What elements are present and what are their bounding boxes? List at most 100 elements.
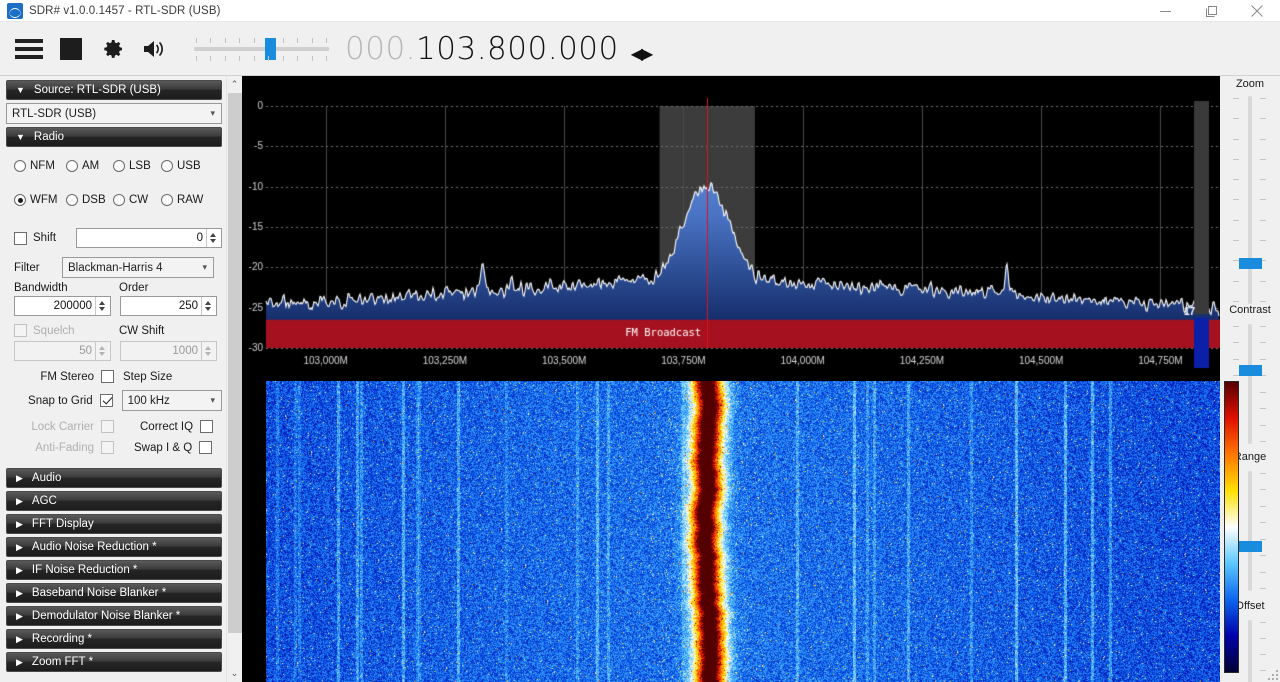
minimize-button[interactable] xyxy=(1142,0,1188,22)
anti-fading-checkbox[interactable] xyxy=(101,441,114,454)
mode-radio-am[interactable]: AM xyxy=(66,160,113,172)
mode-radio-cw[interactable]: CW xyxy=(113,194,161,206)
radio-circle-icon xyxy=(66,194,78,206)
group-header-audio[interactable]: ▶ Audio xyxy=(6,468,222,488)
mode-radio-lsb[interactable]: LSB xyxy=(113,160,161,172)
order-stepper[interactable]: 250 xyxy=(120,296,217,316)
mode-radio-raw[interactable]: RAW xyxy=(161,194,203,206)
squelch-checkbox[interactable] xyxy=(14,324,27,337)
stepper-arrows-icon[interactable] xyxy=(201,342,214,360)
resize-grip[interactable] xyxy=(1268,670,1278,680)
radio-circle-icon xyxy=(161,160,173,172)
zoom-slider-thumb[interactable] xyxy=(1239,258,1262,269)
mode-radio-dsb[interactable]: DSB xyxy=(66,194,113,206)
chevron-down-icon: ▼ xyxy=(16,84,25,95)
fm-stereo-checkbox[interactable] xyxy=(101,370,114,383)
slider-ticks-right xyxy=(1260,622,1266,682)
group-header-if-noise-reduction[interactable]: ▶ IF Noise Reduction * xyxy=(6,560,222,580)
left-panel-scrollbar[interactable]: ⌃ ⌄ xyxy=(226,76,243,682)
chevron-right-icon: ▶ xyxy=(16,564,23,575)
stepper-arrows-icon[interactable] xyxy=(201,297,214,315)
group-title: Baseband Noise Blanker * xyxy=(31,587,167,599)
group-header-fft-display[interactable]: ▶ FFT Display xyxy=(6,514,222,534)
chevron-right-icon: ▶ xyxy=(16,610,23,621)
mode-radio-nfm[interactable]: NFM xyxy=(14,160,66,172)
mode-label: USB xyxy=(177,160,201,172)
chevron-right-icon: ▶ xyxy=(16,495,23,506)
waterfall-display[interactable] xyxy=(266,381,1220,682)
group-title: Audio xyxy=(31,472,62,484)
window-title: SDR# v1.0.0.1457 - RTL-SDR (USB) xyxy=(29,4,221,17)
frequency-leading-zeros: 000. xyxy=(345,30,417,67)
range-slider-track[interactable] xyxy=(1248,471,1252,591)
scroll-down-button[interactable]: ⌄ xyxy=(227,665,243,682)
volume-slider-track[interactable] xyxy=(194,46,329,51)
scrollbar-track[interactable] xyxy=(226,93,243,665)
frequency-digits[interactable]: 103.800.000 xyxy=(416,31,619,67)
filter-select[interactable]: Blackman-Harris 4 ▾ xyxy=(62,257,214,278)
group-header-radio[interactable]: ▼ Radio xyxy=(6,127,222,147)
stepper-arrows-icon[interactable] xyxy=(95,297,108,315)
radio-circle-icon xyxy=(113,160,125,172)
bandwidth-order-labels: Bandwidth Order xyxy=(6,282,222,294)
cw-shift-value: 1000 xyxy=(172,345,198,357)
contrast-slider-thumb[interactable] xyxy=(1239,365,1262,376)
shift-stepper[interactable]: 0 xyxy=(76,228,222,248)
correct-iq-checkbox[interactable] xyxy=(200,420,214,433)
stepper-arrows-icon[interactable] xyxy=(206,229,219,247)
volume-slider[interactable] xyxy=(194,32,329,66)
stop-square-icon[interactable] xyxy=(54,32,88,66)
rf-spectrum-chart[interactable] xyxy=(242,76,1220,381)
radio-circle-icon xyxy=(66,160,78,172)
mode-label: LSB xyxy=(129,160,151,172)
frequency-display[interactable]: 000. 103.800.000 ◀▶ xyxy=(345,30,654,67)
scrollbar-thumb[interactable] xyxy=(227,93,242,633)
snap-to-grid-checkbox[interactable] xyxy=(99,394,113,407)
mode-radio-usb[interactable]: USB xyxy=(161,160,201,172)
slider-ticks-left xyxy=(1233,98,1239,302)
group-header-agc[interactable]: ▶ AGC xyxy=(6,491,222,511)
group-header-source[interactable]: ▼ Source: RTL-SDR (USB) xyxy=(6,80,222,100)
slider-ticks-right xyxy=(1260,326,1266,442)
maximize-button[interactable] xyxy=(1188,0,1234,22)
group-header-audio-noise-reduction[interactable]: ▶ Audio Noise Reduction * xyxy=(6,537,222,557)
step-size-select[interactable]: 100 kHz ▾ xyxy=(121,390,222,411)
gear-icon[interactable] xyxy=(96,32,130,66)
group-header-baseband-noise-blanker[interactable]: ▶ Baseband Noise Blanker * xyxy=(6,583,222,603)
swap-iq-checkbox[interactable] xyxy=(199,441,213,454)
mode-label: NFM xyxy=(30,160,55,172)
mode-radio-row-1: NFM AM LSB USB xyxy=(6,160,222,172)
shift-checkbox[interactable] xyxy=(14,231,27,245)
group-header-zoom-fft[interactable]: ▶ Zoom FFT * xyxy=(6,652,222,672)
hamburger-menu-icon[interactable] xyxy=(12,32,46,66)
group-header-demodulator-noise-blanker[interactable]: ▶ Demodulator Noise Blanker * xyxy=(6,606,222,626)
main-toolbar: 000. 103.800.000 ◀▶ xyxy=(0,22,1280,76)
contrast-slider-track[interactable] xyxy=(1248,324,1252,444)
zoom-slider[interactable] xyxy=(1227,96,1273,304)
group-title-source: Source: RTL-SDR (USB) xyxy=(33,84,161,96)
chevron-right-icon: ▶ xyxy=(16,541,23,552)
lock-carrier-checkbox[interactable] xyxy=(101,420,114,433)
bandwidth-stepper[interactable]: 200000 xyxy=(14,296,111,316)
cw-shift-label: CW Shift xyxy=(119,324,165,337)
offset-slider-track[interactable] xyxy=(1248,620,1252,682)
right-control-panel: Zoom Contrast Range Offset xyxy=(1220,76,1280,682)
speaker-volume-icon[interactable] xyxy=(138,32,172,66)
mode-radio-wfm[interactable]: WFM xyxy=(14,194,66,206)
scroll-up-button[interactable]: ⌃ xyxy=(227,76,243,93)
cw-shift-stepper[interactable]: 1000 xyxy=(120,341,217,361)
zoom-slider-track[interactable] xyxy=(1248,96,1252,304)
group-title: FFT Display xyxy=(31,518,94,530)
chevron-right-icon: ▶ xyxy=(16,587,23,598)
stepper-arrows-icon[interactable] xyxy=(95,342,108,360)
source-device-select[interactable]: RTL-SDR (USB) ▾ xyxy=(6,103,222,124)
frequency-step-arrows-icon[interactable]: ◀▶ xyxy=(631,44,654,63)
slider-ticks-right xyxy=(1260,98,1266,302)
waterfall-colormap-bar xyxy=(1224,381,1239,673)
close-button[interactable] xyxy=(1234,0,1280,22)
squelch-stepper[interactable]: 50 xyxy=(14,341,111,361)
step-size-value: 100 kHz xyxy=(127,394,170,407)
group-header-recording[interactable]: ▶ Recording * xyxy=(6,629,222,649)
range-slider-thumb[interactable] xyxy=(1239,541,1262,552)
spectrum-waterfall-area xyxy=(242,76,1220,682)
